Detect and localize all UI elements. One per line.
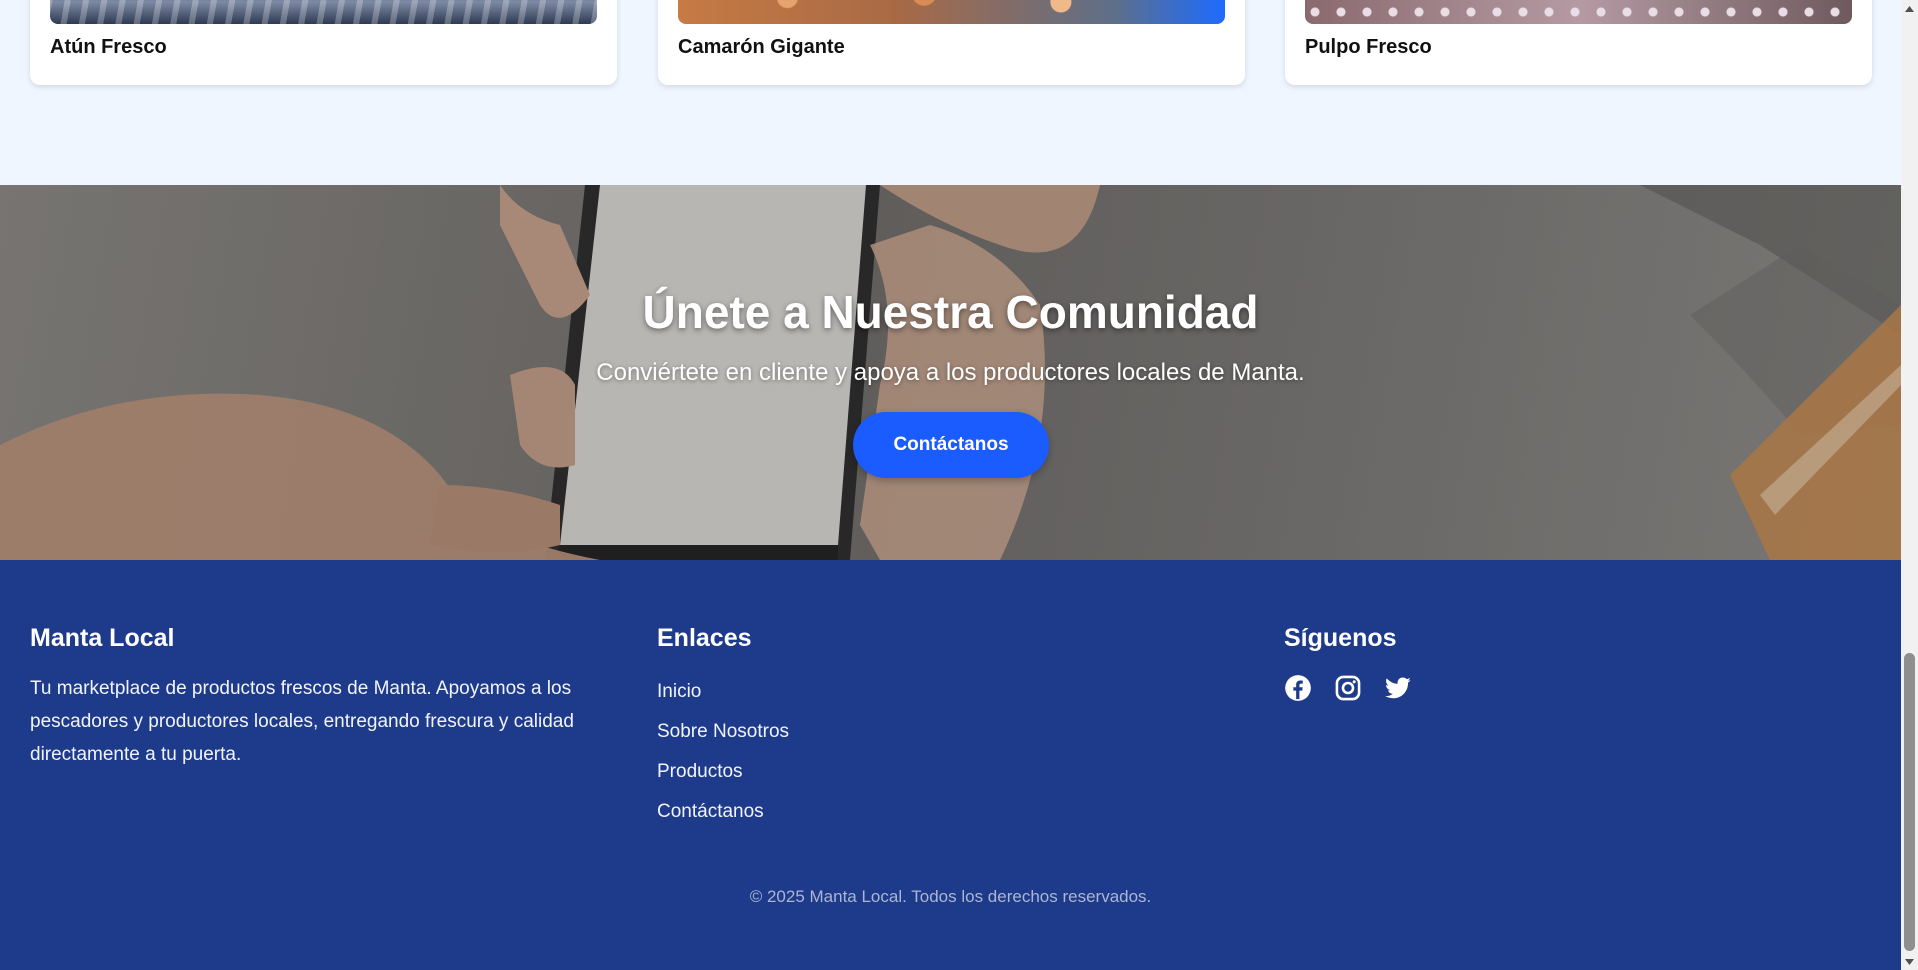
footer-links-column: Enlaces Inicio Sobre Nosotros Productos … [657,622,1057,832]
product-image [1305,0,1852,24]
footer-link-productos[interactable]: Productos [657,752,1057,792]
scroll-up-arrow-icon[interactable] [1901,0,1918,17]
copyright-text: © 2025 Manta Local. Todos los derechos r… [749,887,1152,906]
banner-subtitle: Conviértete en cliente y apoya a los pro… [596,359,1305,386]
footer-description: Tu marketplace de productos frescos de M… [30,678,574,765]
community-banner: Únete a Nuestra Comunidad Conviértete en… [0,185,1901,560]
footer-link-contactanos[interactable]: Contáctanos [657,792,1057,832]
instagram-icon[interactable] [1334,674,1362,702]
footer-social-title: Síguenos [1284,624,1397,652]
contact-button[interactable]: Contáctanos [853,412,1049,478]
scrollbar-thumb[interactable] [1904,653,1915,951]
footer-about-column: Manta Local Tu marketplace de productos … [30,622,605,771]
products-section: Atún Fresco Camarón Gigante Pulpo Fresco [0,0,1901,185]
product-name: Camarón Gigante [678,36,845,58]
product-card[interactable]: Camarón Gigante [658,0,1245,85]
product-name: Atún Fresco [50,36,167,58]
banner-title: Únete a Nuestra Comunidad [642,286,1259,338]
footer-links-title: Enlaces [657,624,752,652]
product-image [678,0,1225,24]
footer-social-column: Síguenos [1284,622,1684,702]
footer-brand-title: Manta Local [30,624,175,652]
site-footer: Manta Local Tu marketplace de productos … [0,560,1901,970]
page-viewport: Atún Fresco Camarón Gigante Pulpo Fresco [0,0,1901,970]
scroll-down-arrow-icon[interactable] [1901,953,1918,970]
footer-link-sobre-nosotros[interactable]: Sobre Nosotros [657,712,1057,752]
footer-links-nav: Inicio Sobre Nosotros Productos Contácta… [657,672,1057,832]
product-card[interactable]: Pulpo Fresco [1285,0,1872,85]
twitter-icon[interactable] [1384,674,1412,702]
product-image [50,0,597,24]
vertical-scrollbar[interactable] [1901,0,1918,970]
product-name: Pulpo Fresco [1305,36,1432,58]
product-card[interactable]: Atún Fresco [30,0,617,85]
facebook-icon[interactable] [1284,674,1312,702]
footer-link-inicio[interactable]: Inicio [657,672,1057,712]
social-icons [1284,674,1684,702]
